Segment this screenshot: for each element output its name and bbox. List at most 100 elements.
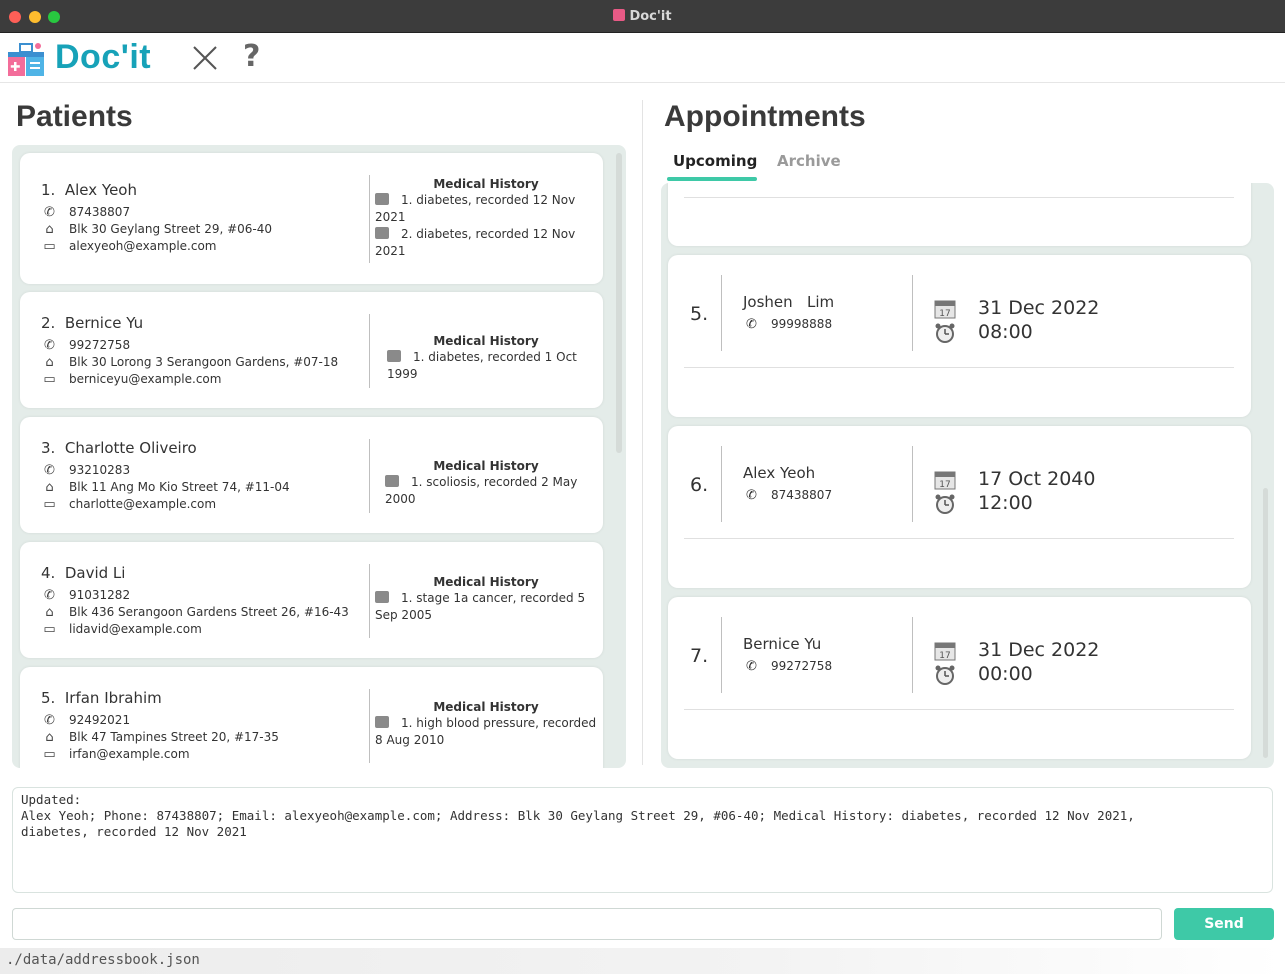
medical-record-icon — [385, 475, 399, 487]
medical-history-title: Medical History — [433, 177, 539, 191]
appointment-card[interactable]: 7. Bernice Yu ✆ 99272758 17 31 Dec 2022 0… — [668, 597, 1251, 759]
send-button[interactable]: Send — [1174, 908, 1274, 940]
medical-history: Medical History 1. diabetes, recorded 12… — [375, 177, 597, 260]
medical-history-item: 1. high blood pressure, recorded 8 Aug 2… — [375, 716, 597, 747]
patient-name: 5. Irfan Ibrahim — [41, 689, 162, 707]
tab-archive[interactable]: Archive — [777, 152, 841, 170]
exit-icon[interactable] — [190, 43, 220, 73]
card-rule — [684, 538, 1234, 539]
appointment-time: 08:00 — [978, 321, 1033, 343]
card-divider — [369, 439, 370, 513]
svg-text:17: 17 — [939, 309, 950, 319]
house-icon: ⌂ — [45, 730, 54, 745]
patient-card[interactable]: 5. Irfan Ibrahim ✆ 92492021 ⌂ Blk 47 Tampi… — [20, 667, 603, 768]
phone-icon: ✆ — [44, 588, 55, 603]
medical-history: Medical History 1. diabetes, recorded 1 … — [375, 334, 597, 383]
appointment-card[interactable]: 5. Joshen Lim ✆ 99998888 17 31 Dec 2022 0… — [668, 255, 1251, 417]
medical-record-icon — [375, 227, 389, 239]
window-title: Doc'it — [0, 9, 1285, 24]
house-icon: ⌂ — [45, 355, 54, 370]
patient-email: ▭ berniceyu@example.com — [41, 372, 221, 387]
patient-list[interactable]: 1. Alex Yeoh ✆ 87438807 ⌂ Blk 30 Geylang S… — [12, 145, 626, 768]
card-divider — [912, 275, 913, 351]
medical-history-title: Medical History — [433, 334, 539, 348]
patient-card[interactable]: 2. Bernice Yu ✆ 99272758 ⌂ Blk 30 Lorong 3… — [20, 292, 603, 408]
panel-divider — [642, 100, 643, 765]
medical-record-icon — [375, 193, 389, 205]
card-rule — [684, 197, 1234, 198]
appointment-list[interactable]: 5. Joshen Lim ✆ 99998888 17 31 Dec 2022 0… — [661, 183, 1274, 768]
svg-text:17: 17 — [939, 480, 950, 490]
alarm-clock-icon — [935, 323, 955, 343]
appointment-card[interactable]: 6. Alex Yeoh ✆ 87438807 17 17 Oct 2040 12… — [668, 426, 1251, 588]
medical-history-title: Medical History — [433, 700, 539, 714]
patient-phone: ✆ 87438807 — [41, 205, 130, 220]
card-rule — [684, 709, 1234, 710]
patient-email: ▭ charlotte@example.com — [41, 497, 216, 512]
medical-record-icon — [387, 350, 401, 362]
phone-icon: ✆ — [746, 659, 757, 674]
patient-phone: ✆ 93210283 — [41, 463, 130, 478]
appointment-phone: ✆ 87438807 — [743, 488, 832, 503]
medical-history: Medical History 1. high blood pressure, … — [375, 700, 597, 749]
appointment-patient-name: Bernice Yu — [743, 635, 822, 653]
command-input[interactable] — [12, 908, 1162, 940]
medical-history-title: Medical History — [433, 575, 539, 589]
card-divider — [369, 175, 370, 263]
appointment-list-scrollbar[interactable] — [1263, 488, 1268, 758]
appointment-index: 7. — [690, 645, 709, 667]
app-logo-text: Doc'it — [55, 38, 152, 76]
house-icon: ⌂ — [45, 222, 54, 237]
medical-history-title: Medical History — [433, 459, 539, 473]
patient-address: ⌂ Blk 436 Serangoon Gardens Street 26, #1… — [41, 605, 348, 620]
medical-kit-logo-icon — [8, 43, 44, 76]
tab-upcoming[interactable]: Upcoming — [673, 152, 757, 170]
phone-icon: ✆ — [44, 338, 55, 353]
appointment-patient-name: Alex Yeoh — [743, 464, 816, 482]
patient-name: 4. David Li — [41, 564, 126, 582]
appointment-time: 12:00 — [978, 492, 1033, 514]
phone-icon: ✆ — [44, 713, 55, 728]
medical-history-item: 1. scoliosis, recorded 2 May 2000 — [385, 475, 578, 506]
medical-history: Medical History 1. stage 1a cancer, reco… — [375, 575, 597, 624]
alarm-clock-icon — [935, 494, 955, 514]
card-divider — [912, 446, 913, 522]
patient-name: 1. Alex Yeoh — [41, 181, 137, 199]
patients-heading: Patients — [16, 100, 133, 133]
patient-list-scrollbar[interactable] — [616, 153, 622, 453]
patient-card[interactable]: 1. Alex Yeoh ✆ 87438807 ⌂ Blk 30 Geylang S… — [20, 153, 603, 284]
patient-phone: ✆ 91031282 — [41, 588, 130, 603]
email-icon: ▭ — [43, 747, 56, 762]
result-display[interactable]: Updated: Alex Yeoh; Phone: 87438807; Ema… — [12, 787, 1273, 893]
patient-address: ⌂ Blk 47 Tampines Street 20, #17-35 — [41, 730, 279, 745]
help-icon[interactable]: ? — [243, 39, 260, 74]
email-icon: ▭ — [43, 497, 56, 512]
patient-card[interactable]: 3. Charlotte Oliveiro ✆ 93210283 ⌂ Blk 11 … — [20, 417, 603, 533]
appointment-date: 31 Dec 2022 — [978, 297, 1100, 319]
appointment-index: 6. — [690, 474, 709, 496]
appointment-patient-name: Joshen Lim — [743, 293, 835, 311]
window-title-text: Doc'it — [629, 9, 672, 24]
appointments-heading: Appointments — [664, 100, 866, 133]
medical-history: Medical History 1. scoliosis, recorded 2… — [375, 459, 597, 508]
email-icon: ▭ — [43, 622, 56, 637]
phone-icon: ✆ — [44, 463, 55, 478]
appointment-phone: ✆ 99998888 — [743, 317, 832, 332]
card-divider — [912, 617, 913, 693]
patient-phone: ✆ 92492021 — [41, 713, 130, 728]
app-mini-icon — [613, 9, 626, 21]
medical-record-icon — [375, 591, 389, 603]
appointment-card[interactable] — [668, 183, 1251, 246]
card-divider — [721, 446, 722, 522]
calendar-icon: 17 — [934, 300, 956, 319]
patient-email: ▭ alexyeoh@example.com — [41, 239, 216, 254]
app-toolbar: Doc'it ? — [0, 33, 1285, 83]
appointment-phone: ✆ 99272758 — [743, 659, 832, 674]
phone-icon: ✆ — [746, 317, 757, 332]
window-titlebar: Doc'it — [0, 0, 1285, 33]
svg-text:17: 17 — [939, 651, 950, 661]
patient-card[interactable]: 4. David Li ✆ 91031282 ⌂ Blk 436 Serangoon… — [20, 542, 603, 658]
patient-name: 2. Bernice Yu — [41, 314, 144, 332]
card-rule — [684, 367, 1234, 368]
medical-record-icon — [375, 716, 389, 728]
